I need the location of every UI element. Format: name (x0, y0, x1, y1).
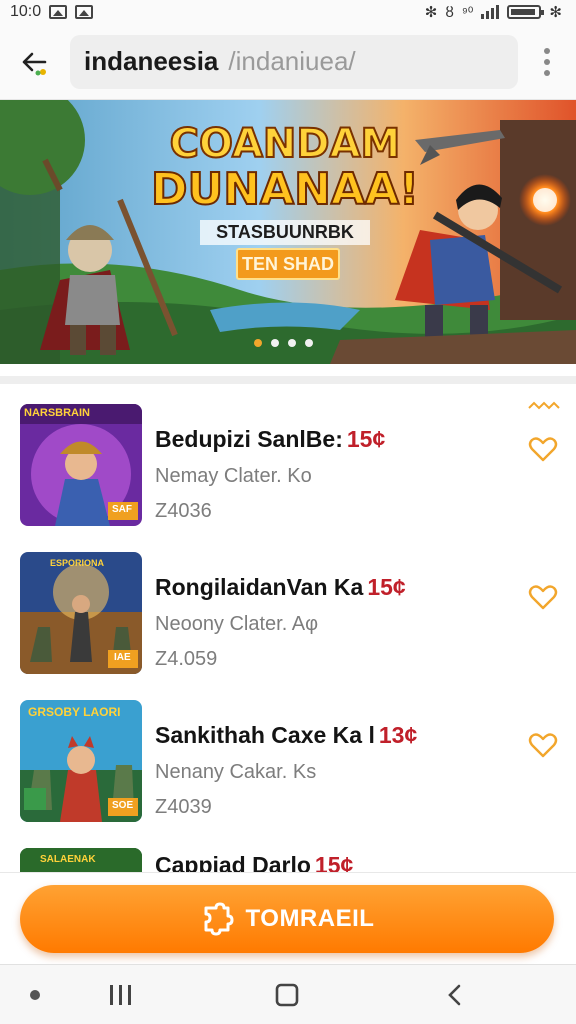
section-divider (0, 376, 576, 384)
item-subtitle: Neoony Clater. Aφ (155, 613, 319, 635)
recent-apps-icon (110, 985, 131, 1005)
thumb-title: SALAENAK (40, 854, 96, 865)
carousel-dot[interactable] (305, 339, 313, 347)
item-code: Z4.059 (155, 648, 218, 670)
primary-cta-button[interactable]: TOMRAEIL (20, 885, 554, 953)
dot-icon (30, 990, 40, 1000)
item-text: Sankithah Caxe Ka l 13¢ Nenany Cakar. Ks … (155, 722, 515, 819)
back-arrow-icon (22, 52, 47, 75)
bluetooth-icon: ✻ (424, 4, 438, 21)
list-item[interactable]: ESPORIONA IAE RongilaidanVan Ka 15¢ Neoon… (0, 552, 576, 692)
menu-dot-icon (544, 69, 550, 76)
cta-label: TOMRAEIL (245, 905, 375, 932)
banner-cta-button[interactable]: TEN SHAD (236, 248, 340, 280)
url-bar[interactable]: indaneesia /indaniuea/ (70, 34, 518, 89)
game-thumbnail: SALAENAK (20, 848, 142, 872)
item-title-text: RongilaidanVan Ka (155, 574, 364, 600)
home-icon (275, 983, 299, 1007)
home-button[interactable] (262, 965, 312, 1024)
carousel-dot[interactable] (288, 339, 296, 347)
favorite-heart-icon[interactable] (528, 434, 558, 464)
item-text: Bedupizi SanlBe: 15¢ Nemay Clater. Ko Z40… (155, 426, 515, 523)
chevron-left-icon (448, 984, 461, 1006)
item-code: Z4036 (155, 500, 212, 522)
game-thumbnail: GRSOBY LAORI SOE (20, 700, 142, 822)
menu-dot-icon (544, 58, 550, 65)
item-title-text: Sankithah Caxe Ka l (155, 722, 375, 748)
item-title-text: Bedupizi SanlBe: (155, 426, 343, 452)
item-title: RongilaidanVan Ka 15¢ (155, 574, 515, 601)
status-left: 10:0 (10, 3, 94, 21)
gallery-notification-icon (49, 5, 68, 19)
item-code: Z4039 (155, 796, 212, 818)
thumb-title: NARSBRAIN (24, 407, 90, 419)
carousel-indicator (254, 339, 313, 347)
thumb-title: ESPORIONA (50, 558, 105, 568)
thumb-title: GRSOBY LAORI (28, 705, 121, 719)
nav-back-button[interactable] (430, 965, 480, 1024)
favorite-heart-icon[interactable] (528, 730, 558, 760)
list-item[interactable]: SALAENAK Cappiad Darlo 15¢ (0, 848, 576, 872)
favorite-heart-icon[interactable] (528, 582, 558, 612)
charging-icon: ✻ (549, 4, 562, 21)
cta-area: TOMRAEIL (0, 872, 576, 964)
battery-icon (507, 5, 545, 19)
status-time: 10:0 (10, 3, 42, 20)
item-title: Sankithah Caxe Ka l 13¢ (155, 722, 515, 749)
signal-bars-icon (481, 5, 500, 19)
banner-title: COANDAM DUNANAA! (150, 121, 420, 215)
item-title-text: Cappiad Darlo (155, 852, 311, 872)
status-bar: 10:0 ✻ ȣ ⁹⁰ ✻ (0, 0, 576, 24)
game-thumbnail: ESPORIONA IAE (20, 552, 142, 674)
status-right: ✻ ȣ ⁹⁰ ✻ (424, 3, 562, 22)
game-thumbnail: NARSBRAIN SAF (20, 404, 142, 526)
system-nav-bar (0, 964, 576, 1024)
promo-banner[interactable]: COANDAM DUNANAA! STASBUUNRBK TEN SHAD (0, 100, 576, 364)
banner-title-line2: DUNANAA! (150, 164, 420, 215)
item-price: 13¢ (378, 722, 418, 748)
signal-text: ⁹⁰ (461, 3, 474, 20)
carousel-dot[interactable] (254, 339, 262, 347)
item-subtitle: Nenany Cakar. Ks (155, 761, 317, 783)
carousel-dot[interactable] (271, 339, 279, 347)
puzzle-icon (204, 902, 234, 936)
back-button[interactable] (12, 40, 56, 84)
thumb-badge: SAF (112, 504, 132, 515)
item-title: Cappiad Darlo 15¢ (155, 852, 515, 872)
item-subtitle: Nemay Clater. Ko (155, 465, 312, 487)
banner-title-line1: COANDAM (169, 121, 402, 167)
menu-dot-icon (544, 47, 550, 54)
item-text: RongilaidanVan Ka 15¢ Neoony Clater. Aφ Z… (155, 574, 515, 671)
item-text: Cappiad Darlo 15¢ (155, 852, 515, 872)
overflow-menu-button[interactable] (532, 40, 562, 84)
item-price: 15¢ (314, 852, 354, 872)
thumb-badge: SOE (112, 800, 134, 811)
list-item[interactable]: NARSBRAIN SAF Bedupizi SanlBe: 15¢ Nemay … (0, 404, 576, 544)
url-domain: indaneesia (84, 46, 219, 76)
vibrate-icon: ȣ (445, 3, 454, 21)
top-app-bar: indaneesia /indaniuea/ (0, 24, 576, 100)
item-price: 15¢ (346, 426, 386, 452)
item-title: Bedupizi SanlBe: 15¢ (155, 426, 515, 453)
game-list: NARSBRAIN SAF Bedupizi SanlBe: 15¢ Nemay … (0, 386, 576, 872)
url-path: /indaniuea/ (228, 46, 356, 76)
list-item[interactable]: GRSOBY LAORI SOE Sankithah Caxe Ka l 13¢ … (0, 700, 576, 840)
thumb-badge: IAE (114, 652, 131, 663)
nav-dot-button[interactable] (20, 965, 50, 1024)
item-price: 15¢ (367, 574, 406, 600)
recent-apps-button[interactable] (96, 965, 146, 1024)
banner-subtitle: STASBUUNRBK (200, 220, 370, 245)
image-notification-icon (75, 5, 94, 19)
